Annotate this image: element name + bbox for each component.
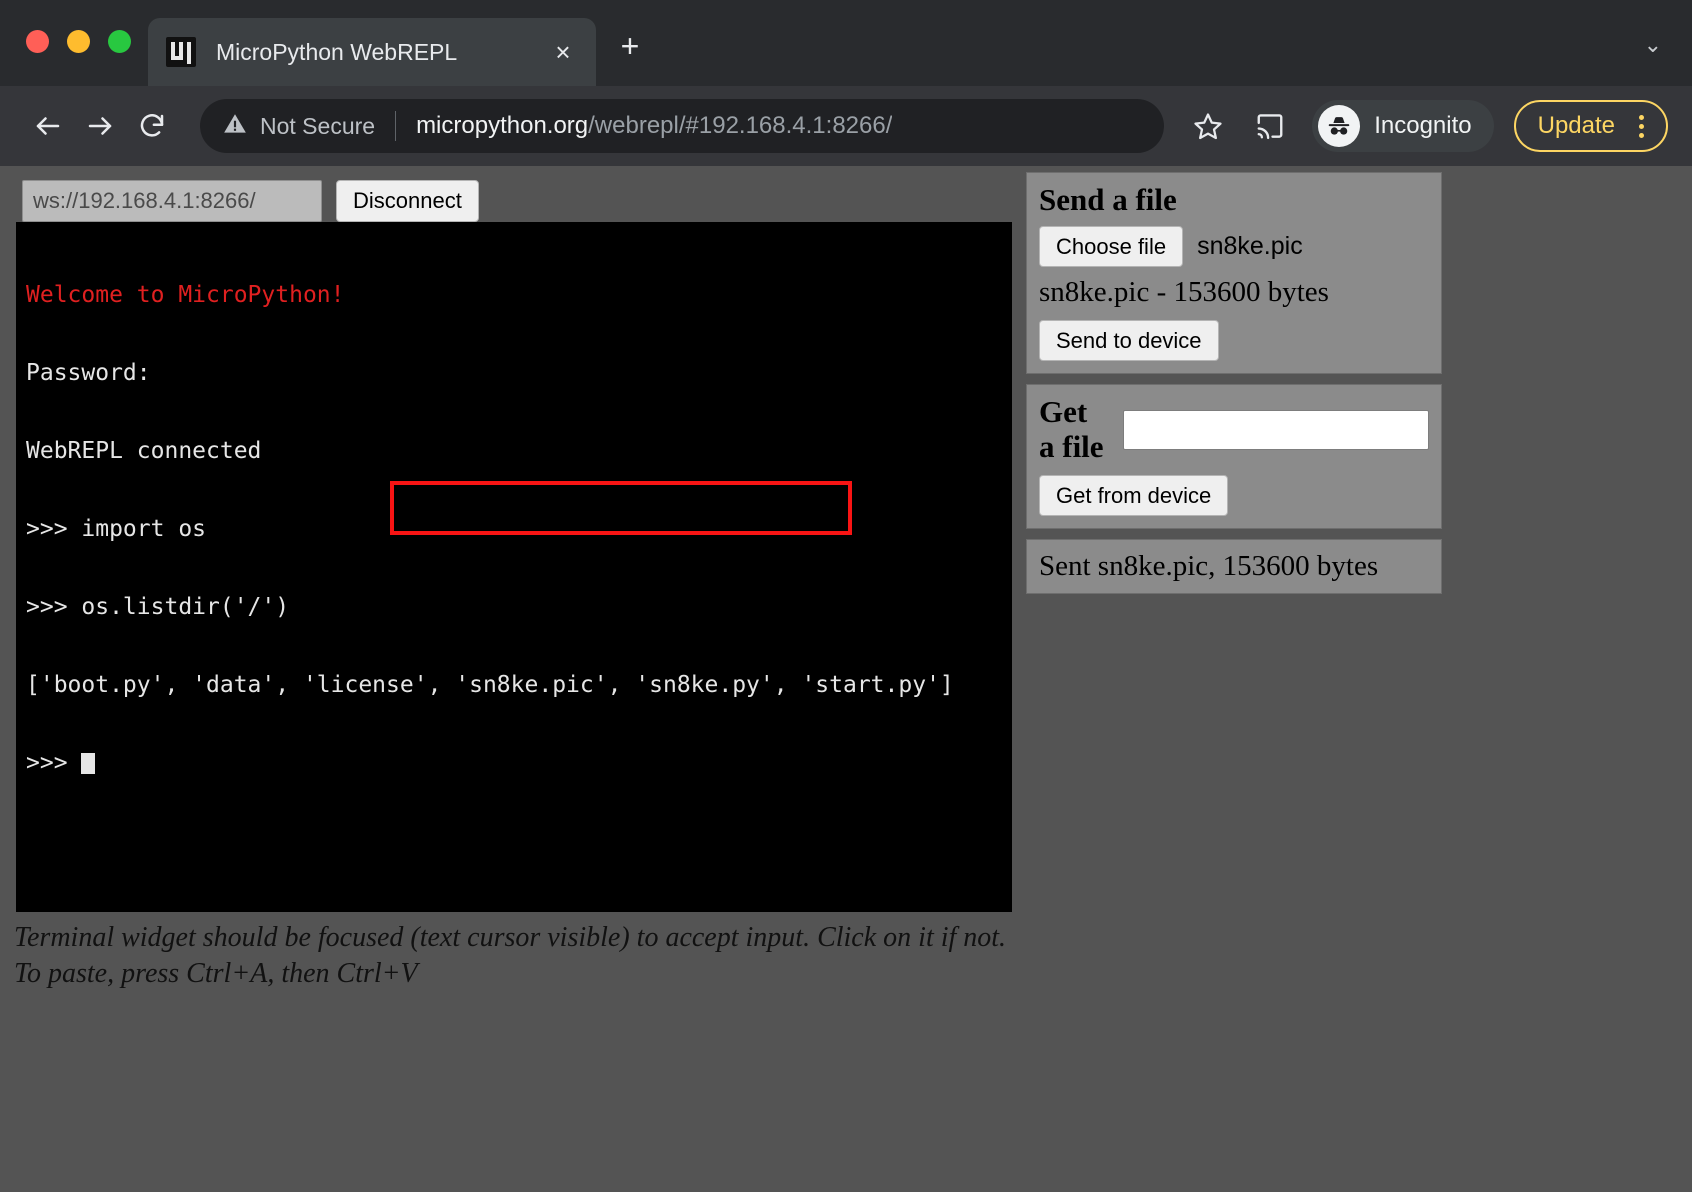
send-button-wrapper: Send to device bbox=[1039, 319, 1429, 362]
terminal-line-result: ['boot.py', 'data', 'license', 'sn8ke.pi… bbox=[26, 672, 1002, 698]
disconnect-button[interactable]: Disconnect bbox=[336, 180, 479, 222]
chevron-down-icon[interactable]: ⌄ bbox=[1644, 32, 1662, 58]
forward-icon[interactable] bbox=[76, 102, 124, 150]
listdir-result-highlighted: 'sn8ke.pic', 'sn8ke.py', 'start.py'] bbox=[441, 672, 954, 698]
incognito-icon bbox=[1318, 105, 1361, 147]
tab-strip: MicroPython WebREPL × + ⌄ bbox=[0, 0, 1692, 86]
terminal-line-welcome: Welcome to MicroPython! bbox=[26, 282, 345, 308]
terminal-help-note: Terminal widget should be focused (text … bbox=[14, 920, 1214, 992]
new-tab-icon[interactable]: + bbox=[612, 30, 648, 62]
reload-icon[interactable] bbox=[128, 102, 176, 150]
minimize-window-button[interactable] bbox=[67, 30, 90, 53]
cast-icon[interactable] bbox=[1244, 102, 1296, 150]
text-cursor bbox=[81, 753, 96, 774]
security-status-text: Not Secure bbox=[260, 112, 376, 139]
address-bar[interactable]: Not Secure micropython.org/webrepl/#192.… bbox=[200, 99, 1165, 153]
tab-title: MicroPython WebREPL bbox=[216, 38, 458, 65]
terminal-line-import: >>> import os bbox=[26, 516, 207, 542]
omnibox-divider bbox=[395, 111, 397, 141]
get-button-wrapper: Get from device bbox=[1039, 474, 1429, 516]
file-transfer-column: Send a file Choose file sn8ke.pic sn8ke.… bbox=[1026, 172, 1442, 594]
terminal-line-connected: WebREPL connected bbox=[26, 438, 262, 464]
back-icon[interactable] bbox=[24, 102, 72, 150]
url-host: micropython.org bbox=[416, 112, 589, 139]
update-label: Update bbox=[1537, 112, 1615, 139]
maximize-window-button[interactable] bbox=[108, 30, 131, 53]
chosen-file-name: sn8ke.pic bbox=[1197, 231, 1303, 260]
choose-file-row: Choose file sn8ke.pic bbox=[1039, 225, 1429, 268]
send-file-panel: Send a file Choose file sn8ke.pic sn8ke.… bbox=[1026, 172, 1442, 375]
get-filename-input[interactable] bbox=[1123, 409, 1429, 450]
webrepl-page: Disconnect Welcome to MicroPython! Passw… bbox=[0, 166, 1692, 1192]
close-window-button[interactable] bbox=[26, 30, 49, 53]
choose-file-button[interactable]: Choose file bbox=[1039, 225, 1184, 268]
browser-window: MicroPython WebREPL × + ⌄ Not Secure mic… bbox=[0, 0, 1692, 1192]
send-to-device-button[interactable]: Send to device bbox=[1039, 319, 1219, 362]
transfer-status-text: Sent sn8ke.pic, 153600 bytes bbox=[1026, 538, 1442, 594]
browser-toolbar: Not Secure micropython.org/webrepl/#192.… bbox=[0, 86, 1692, 166]
get-file-panel: Get a file Get from device bbox=[1026, 384, 1442, 529]
get-file-row: Get a file bbox=[1039, 394, 1429, 464]
window-controls bbox=[26, 30, 131, 53]
chrome-menu-icon[interactable] bbox=[1631, 114, 1652, 138]
incognito-badge[interactable]: Incognito bbox=[1312, 100, 1494, 152]
repl-terminal[interactable]: Welcome to MicroPython! Password: WebREP… bbox=[16, 222, 1012, 912]
prompt-text: >>> bbox=[26, 750, 82, 776]
get-file-title: Get a file bbox=[1039, 394, 1104, 464]
micropython-logo-icon bbox=[166, 37, 196, 67]
send-file-title: Send a file bbox=[1039, 182, 1177, 217]
incognito-label: Incognito bbox=[1374, 112, 1472, 139]
url-path: /webrepl/#192.168.4.1:8266/ bbox=[588, 112, 893, 139]
terminal-help-line-2: To paste, press Ctrl+A, then Ctrl+V bbox=[14, 958, 418, 989]
close-icon[interactable]: × bbox=[548, 39, 578, 65]
update-button[interactable]: Update bbox=[1513, 100, 1668, 152]
terminal-line-prompt: >>> bbox=[26, 750, 1002, 776]
get-from-device-button[interactable]: Get from device bbox=[1039, 474, 1229, 516]
browser-tab[interactable]: MicroPython WebREPL × bbox=[148, 18, 596, 86]
terminal-help-line-1: Terminal widget should be focused (text … bbox=[14, 922, 1007, 953]
terminal-line-listdir: >>> os.listdir('/') bbox=[26, 594, 290, 620]
websocket-url-input[interactable] bbox=[22, 180, 322, 222]
url-text: micropython.org/webrepl/#192.168.4.1:826… bbox=[416, 112, 892, 140]
file-size-info: sn8ke.pic - 153600 bytes bbox=[1039, 276, 1329, 309]
not-secure-warning-icon bbox=[222, 111, 248, 142]
listdir-result-prefix: ['boot.py', 'data', 'license', bbox=[26, 672, 442, 698]
bookmark-star-icon[interactable] bbox=[1184, 102, 1232, 150]
terminal-line-password: Password: bbox=[26, 360, 151, 386]
